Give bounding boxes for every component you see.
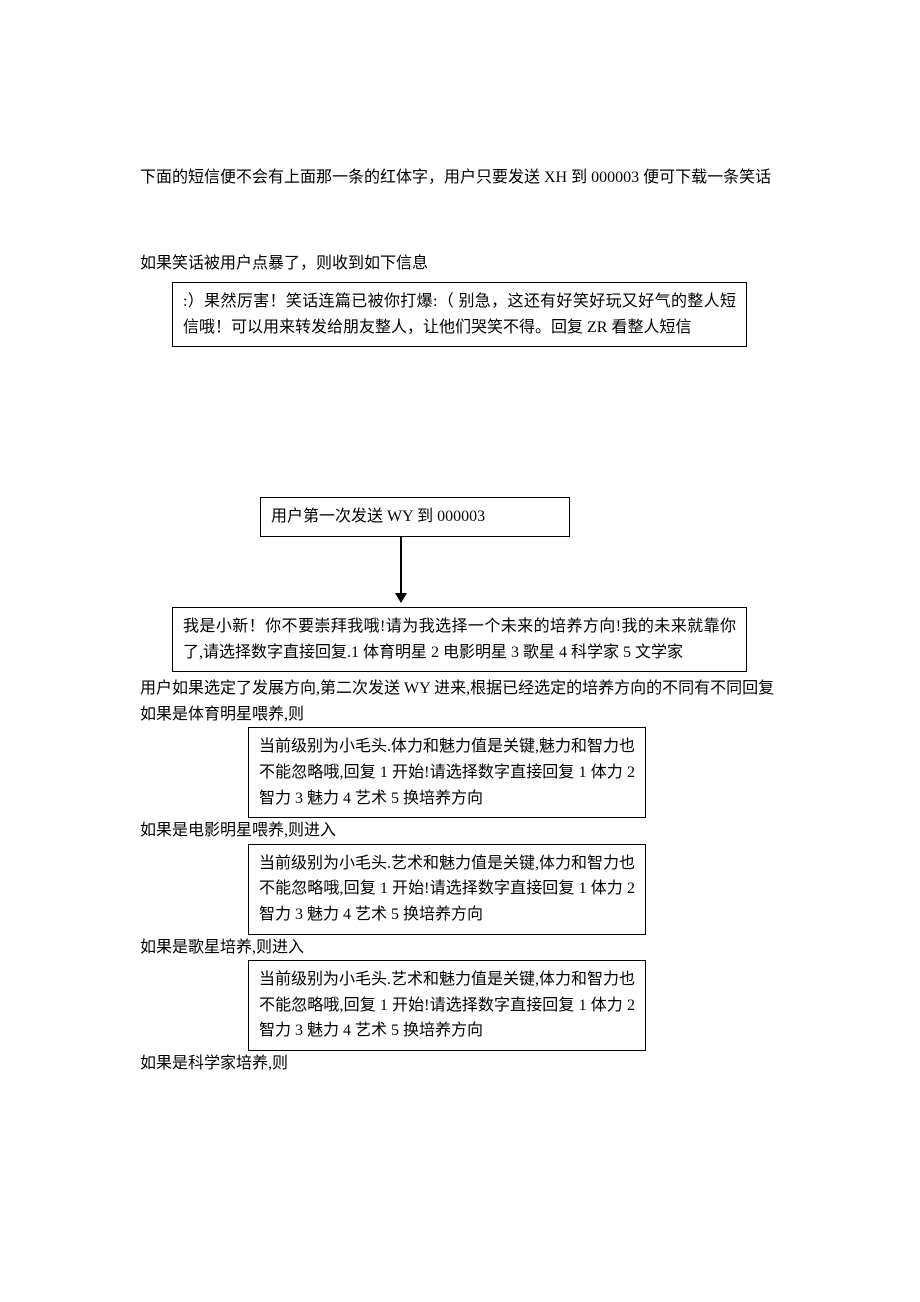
message-box-movie: 当前级别为小毛头.艺术和魅力值是关键,体力和智力也不能忽略哦,回复 1 开始!请…: [248, 844, 646, 935]
paragraph-second-wy: 用户如果选定了发展方向,第二次发送 WY 进来,根据已经选定的培养方向的不同有不…: [140, 676, 780, 702]
message-box-singer: 当前级别为小毛头.艺术和魅力值是关键,体力和智力也不能忽略哦,回复 1 开始!请…: [248, 960, 646, 1051]
flow-box-user-send-wy: 用户第一次发送 WY 到 000003: [260, 497, 570, 537]
paragraph-intro1: 下面的短信便不会有上面那一条的红体字，用户只要发送 XH 到 000003 便可…: [140, 165, 780, 191]
flow-arrow: [140, 537, 780, 607]
label-scientist: 如果是科学家培养,则: [140, 1051, 780, 1077]
paragraph-intro2: 如果笑话被用户点暴了，则收到如下信息: [140, 251, 780, 277]
label-singer: 如果是歌星培养,则进入: [140, 935, 780, 961]
message-box-sport: 当前级别为小毛头.体力和魅力值是关键,魅力和智力也不能忽略哦,回复 1 开始!请…: [248, 727, 646, 818]
message-box-xiaoxin-intro: 我是小新！你不要崇拜我哦!请为我选择一个未来的培养方向!我的未来就靠你了,请选择…: [172, 607, 747, 672]
label-movie: 如果是电影明星喂养,则进入: [140, 818, 780, 844]
message-box-joke-exhausted: :）果然厉害！笑话连篇已被你打爆:（ 别急，这还有好笑好玩又好气的整人短信哦！可…: [172, 282, 747, 347]
label-sport: 如果是体育明星喂养,则: [140, 702, 780, 728]
